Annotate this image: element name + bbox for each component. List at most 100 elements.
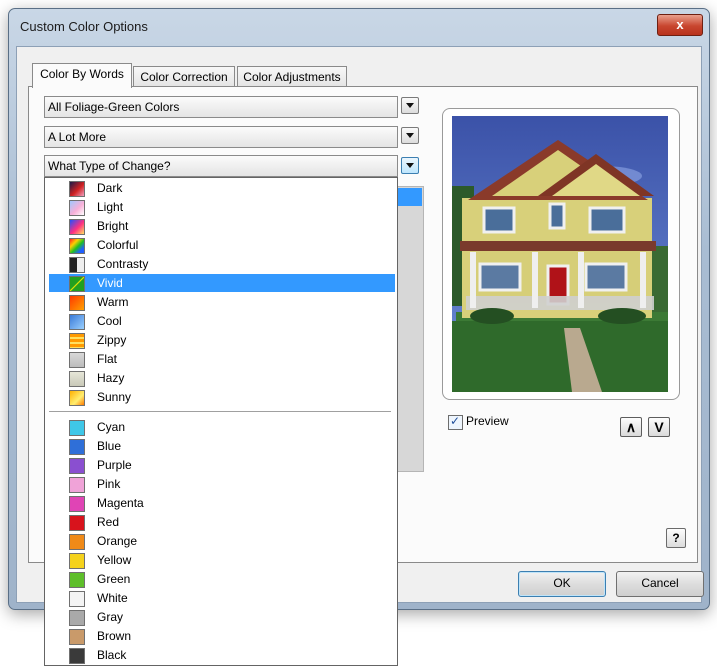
ok-button[interactable]: OK bbox=[518, 571, 606, 597]
dropdown-item-label: Gray bbox=[97, 610, 124, 624]
up-arrow-button[interactable]: ∧ bbox=[620, 417, 642, 437]
dropdown-item-red[interactable]: Red bbox=[49, 513, 395, 531]
dropdown-item-label: Sunny bbox=[97, 390, 132, 404]
dropdown-item-purple[interactable]: Purple bbox=[49, 456, 395, 474]
light-swatch-icon bbox=[69, 200, 85, 216]
green-swatch-icon bbox=[69, 572, 85, 588]
dropdown-item-label: Red bbox=[97, 515, 120, 529]
dropdown-item-zippy[interactable]: Zippy bbox=[49, 331, 395, 349]
dropdown-item-label: Magenta bbox=[97, 496, 144, 510]
dropdown-item-green[interactable]: Green bbox=[49, 570, 395, 588]
house-preview-image bbox=[452, 116, 668, 392]
cyan-swatch-icon bbox=[69, 420, 85, 436]
blue-swatch-icon bbox=[69, 439, 85, 455]
dropdown-item-label: Hazy bbox=[97, 371, 125, 385]
dropdown-item-label: Orange bbox=[97, 534, 138, 548]
change-type-dropdown-button[interactable] bbox=[401, 157, 419, 174]
dropdown-item-label: Purple bbox=[97, 458, 132, 472]
tab-color-by-words[interactable]: Color By Words bbox=[32, 63, 132, 88]
gray-swatch-icon bbox=[69, 610, 85, 626]
vivid-swatch-icon bbox=[69, 276, 85, 292]
tab-color-adjustments[interactable]: Color Adjustments bbox=[237, 66, 347, 87]
dropdown-item-label: Cyan bbox=[97, 420, 126, 434]
window-title: Custom Color Options bbox=[20, 19, 148, 34]
dropdown-item-bright[interactable]: Bright bbox=[49, 217, 395, 235]
colorful-swatch-icon bbox=[69, 238, 85, 254]
dropdown-item-hazy[interactable]: Hazy bbox=[49, 369, 395, 387]
dropdown-item-label: Bright bbox=[97, 219, 129, 233]
preview-checkbox[interactable] bbox=[448, 414, 463, 430]
category-combo-value: All Foliage-Green Colors bbox=[48, 100, 180, 114]
amount-combo-value: A Lot More bbox=[48, 130, 107, 144]
help-button[interactable]: ? bbox=[666, 528, 686, 548]
dropdown-item-cool[interactable]: Cool bbox=[49, 312, 395, 330]
dropdown-item-label: Light bbox=[97, 200, 124, 214]
dropdown-item-label: White bbox=[97, 591, 128, 605]
category-dropdown-button[interactable] bbox=[401, 97, 419, 114]
dropdown-item-label: Yellow bbox=[97, 553, 132, 567]
dropdown-item-label: Zippy bbox=[97, 333, 127, 347]
sunny-swatch-icon bbox=[69, 390, 85, 406]
dropdown-item-label: Warm bbox=[97, 295, 129, 309]
dropdown-item-label: Blue bbox=[97, 439, 122, 453]
dropdown-item-white[interactable]: White bbox=[49, 589, 395, 607]
magenta-swatch-icon bbox=[69, 496, 85, 512]
dropdown-item-black[interactable]: Black bbox=[49, 646, 395, 664]
dropdown-item-label: Pink bbox=[97, 477, 121, 491]
pink-swatch-icon bbox=[69, 477, 85, 493]
dropdown-item-label: Contrasty bbox=[97, 257, 149, 271]
dropdown-item-brown[interactable]: Brown bbox=[49, 627, 395, 645]
flat-swatch-icon bbox=[69, 352, 85, 368]
dropdown-item-contrasty[interactable]: Contrasty bbox=[49, 255, 395, 273]
adjustment-list-selection bbox=[396, 188, 422, 206]
dropdown-item-light[interactable]: Light bbox=[49, 198, 395, 216]
category-combo[interactable]: All Foliage-Green Colors bbox=[44, 96, 398, 118]
dropdown-item-sunny[interactable]: Sunny bbox=[49, 388, 395, 406]
contrasty-swatch-icon bbox=[69, 257, 85, 273]
dropdown-item-vivid[interactable]: Vivid bbox=[49, 274, 395, 292]
dropdown-item-label: Dark bbox=[97, 181, 123, 195]
dropdown-item-label: Vivid bbox=[97, 276, 123, 290]
yellow-swatch-icon bbox=[69, 553, 85, 569]
dropdown-item-label: Cool bbox=[97, 314, 122, 328]
amount-combo[interactable]: A Lot More bbox=[44, 126, 398, 148]
red-swatch-icon bbox=[69, 515, 85, 531]
orange-swatch-icon bbox=[69, 534, 85, 550]
dropdown-separator bbox=[49, 411, 391, 412]
dropdown-item-yellow[interactable]: Yellow bbox=[49, 551, 395, 569]
zippy-swatch-icon bbox=[69, 333, 85, 349]
purple-swatch-icon bbox=[69, 458, 85, 474]
cool-swatch-icon bbox=[69, 314, 85, 330]
change-type-combo-value: What Type of Change? bbox=[48, 159, 171, 173]
dropdown-item-label: Colorful bbox=[97, 238, 139, 252]
white-swatch-icon bbox=[69, 591, 85, 607]
dropdown-item-cyan[interactable]: Cyan bbox=[49, 418, 395, 436]
tab-color-correction[interactable]: Color Correction bbox=[133, 66, 235, 87]
black-swatch-icon bbox=[69, 648, 85, 664]
dropdown-item-colorful[interactable]: Colorful bbox=[49, 236, 395, 254]
dropdown-item-label: Green bbox=[97, 572, 131, 586]
bright-swatch-icon bbox=[69, 219, 85, 235]
close-button[interactable]: x bbox=[657, 14, 703, 36]
dropdown-item-blue[interactable]: Blue bbox=[49, 437, 395, 455]
brown-swatch-icon bbox=[69, 629, 85, 645]
dropdown-item-dark[interactable]: Dark bbox=[49, 179, 395, 197]
preview-label: Preview bbox=[466, 414, 509, 428]
dropdown-item-magenta[interactable]: Magenta bbox=[49, 494, 395, 512]
warm-swatch-icon bbox=[69, 295, 85, 311]
dropdown-item-flat[interactable]: Flat bbox=[49, 350, 395, 368]
dropdown-item-label: Flat bbox=[97, 352, 118, 366]
dropdown-item-gray[interactable]: Gray bbox=[49, 608, 395, 626]
down-arrow-button[interactable]: V bbox=[648, 417, 670, 437]
dropdown-item-label: Black bbox=[97, 648, 127, 662]
change-type-combo[interactable]: What Type of Change? bbox=[44, 155, 398, 177]
dropdown-item-pink[interactable]: Pink bbox=[49, 475, 395, 493]
cancel-button[interactable]: Cancel bbox=[616, 571, 704, 597]
dropdown-item-label: Brown bbox=[97, 629, 132, 643]
change-type-dropdown-list[interactable]: Dark Light Bright Colorful Contrasty Vivid War… bbox=[44, 177, 398, 666]
dark-swatch-icon bbox=[69, 181, 85, 197]
amount-dropdown-button[interactable] bbox=[401, 127, 419, 144]
dropdown-item-warm[interactable]: Warm bbox=[49, 293, 395, 311]
hazy-swatch-icon bbox=[69, 371, 85, 387]
dropdown-item-orange[interactable]: Orange bbox=[49, 532, 395, 550]
